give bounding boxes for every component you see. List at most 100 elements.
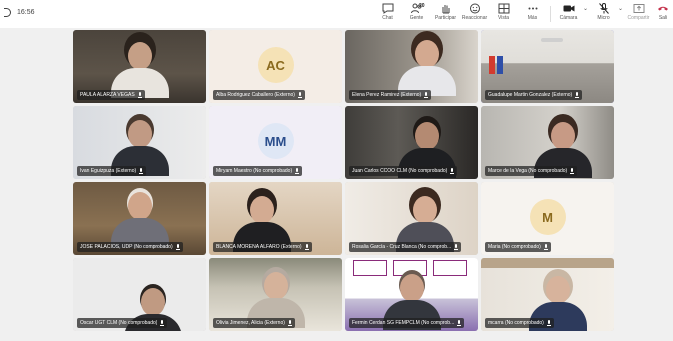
flag-decoration bbox=[497, 56, 503, 74]
share-icon bbox=[632, 2, 646, 14]
participant-name-tag: Alba Rodriguez Caballero (Externo) bbox=[213, 90, 305, 100]
participant-name-tag: Oscar UGT CLM (No comprobado) bbox=[77, 318, 168, 328]
participant-tile[interactable]: AC Alba Rodriguez Caballero (Externo) bbox=[209, 30, 342, 103]
view-label: Vista bbox=[497, 15, 510, 21]
meeting-timer: 16:56 bbox=[17, 9, 35, 16]
mic-icon bbox=[137, 92, 142, 98]
react-label: Reaccionar bbox=[461, 15, 488, 21]
mic-icon bbox=[175, 244, 180, 250]
participant-name-tag: mcarra (No comprobado) bbox=[485, 318, 554, 328]
participant-name: Marce de la Vega (No comprobado) bbox=[488, 168, 568, 174]
mic-icon bbox=[450, 168, 455, 174]
participant-tile[interactable]: Juan Carlos CCOO CLM (No comprobado) bbox=[345, 106, 478, 179]
participant-name-tag: JOSE PALACIOS, UDP (No comprobado) bbox=[77, 242, 183, 252]
mic-icon bbox=[424, 92, 429, 98]
more-icon bbox=[526, 2, 540, 14]
participant-tile[interactable]: Marce de la Vega (No comprobado) bbox=[481, 106, 614, 179]
share-label: Compartir bbox=[627, 15, 650, 21]
leave-button[interactable]: Sali bbox=[653, 2, 673, 26]
participant-name: Guadalupe Martin Gonzalez (Externo) bbox=[488, 92, 573, 98]
participant-name: Olivia Jimenez, Alicia (Externo) bbox=[216, 320, 285, 326]
participant-name: Alba Rodriguez Caballero (Externo) bbox=[216, 92, 295, 98]
participant-name-tag: Maria (No comprobado) bbox=[485, 242, 551, 252]
participant-tile[interactable]: Olivia Jimenez, Alicia (Externo) bbox=[209, 258, 342, 331]
participant-tile[interactable]: BLANCA MORENA ALFARO (Externo) bbox=[209, 182, 342, 255]
participant-tile-active-speaker[interactable]: Guadalupe Martin Gonzalez (Externo) bbox=[481, 30, 614, 103]
camera-button[interactable]: Cámara bbox=[554, 2, 583, 26]
mic-label: Micro bbox=[597, 15, 610, 21]
shelf-decoration bbox=[481, 258, 614, 268]
participant-name: Rosalia García - Cruz Blanca (No comprob… bbox=[352, 244, 452, 250]
participant-name-tag: Olivia Jimenez, Alicia (Externo) bbox=[213, 318, 295, 328]
participant-name-tag: Marce de la Vega (No comprobado) bbox=[485, 166, 578, 176]
participant-video bbox=[398, 40, 457, 96]
participant-name-tag: Juan Carlos CCOO CLM (No comprobado) bbox=[349, 166, 458, 176]
video-stage: PAULA ALARZA VEGAS AC Alba Rodriguez Cab… bbox=[0, 28, 673, 341]
mic-icon bbox=[139, 168, 144, 174]
meeting-toolbar: 16:56 Chat 20 Gente Participar Reacciona… bbox=[0, 0, 673, 28]
participant-tile[interactable]: Rosalia García - Cruz Blanca (No comprob… bbox=[345, 182, 478, 255]
mic-button[interactable]: Micro bbox=[589, 2, 618, 26]
toolbar-divider bbox=[550, 6, 551, 22]
leave-icon bbox=[656, 2, 670, 14]
mic-icon bbox=[454, 244, 459, 250]
participant-tile[interactable]: mcarra (No comprobado) bbox=[481, 258, 614, 331]
meeting-icon bbox=[4, 8, 11, 17]
raise-hand-icon bbox=[439, 2, 453, 14]
more-button[interactable]: Más bbox=[518, 2, 547, 26]
raise-hand-button[interactable]: Participar bbox=[431, 2, 460, 26]
flag-decoration bbox=[489, 56, 495, 74]
participant-name-tag: Elena Perez Ramirez (Externo) bbox=[349, 90, 432, 100]
mic-icon bbox=[457, 320, 462, 326]
participant-name-tag: Fermin Cerdan SG FEMPCLM (No comprob... bbox=[349, 318, 465, 328]
participant-tile[interactable]: Oscar UGT CLM (No comprobado) bbox=[73, 258, 206, 331]
participant-name: Fermin Cerdan SG FEMPCLM (No comprob... bbox=[352, 320, 455, 326]
mic-icon bbox=[295, 168, 300, 174]
participant-name-tag: Guadalupe Martin Gonzalez (Externo) bbox=[485, 90, 583, 100]
mic-icon bbox=[543, 244, 548, 250]
react-button[interactable]: Reaccionar bbox=[460, 2, 489, 26]
chat-button[interactable]: Chat bbox=[373, 2, 402, 26]
meeting-info: 16:56 bbox=[4, 8, 35, 17]
people-label: Gente bbox=[409, 15, 424, 21]
participant-name: Ivan Eguizpuza (Externo) bbox=[80, 168, 137, 174]
participant-name: Miryam Maestro (No comprobado) bbox=[216, 168, 293, 174]
participant-tile[interactable]: JOSE PALACIOS, UDP (No comprobado) bbox=[73, 182, 206, 255]
mic-off-icon bbox=[597, 2, 611, 14]
participant-name: Elena Perez Ramirez (Externo) bbox=[352, 92, 422, 98]
participant-name-tag: BLANCA MORENA ALFARO (Externo) bbox=[213, 242, 312, 252]
participant-grid: PAULA ALARZA VEGAS AC Alba Rodriguez Cab… bbox=[73, 30, 616, 335]
participant-tile[interactable]: Fermin Cerdan SG FEMPCLM (No comprob... bbox=[345, 258, 478, 331]
participant-name-tag: Rosalia García - Cruz Blanca (No comprob… bbox=[349, 242, 462, 252]
avatar: M bbox=[529, 199, 566, 235]
people-count-badge: 20 bbox=[419, 3, 425, 9]
participant-tile[interactable]: PAULA ALARZA VEGAS bbox=[73, 30, 206, 103]
participant-name: PAULA ALARZA VEGAS bbox=[80, 92, 135, 98]
camera-icon bbox=[562, 2, 576, 14]
mic-icon bbox=[575, 92, 580, 98]
mic-icon bbox=[570, 168, 575, 174]
participant-name: Oscar UGT CLM (No comprobado) bbox=[80, 320, 158, 326]
participant-tile[interactable]: Elena Perez Ramirez (Externo) bbox=[345, 30, 478, 103]
view-button[interactable]: Vista bbox=[489, 2, 518, 26]
participant-name: JOSE PALACIOS, UDP (No comprobado) bbox=[80, 244, 173, 250]
chat-icon bbox=[381, 2, 395, 14]
participant-name-tag: PAULA ALARZA VEGAS bbox=[77, 90, 145, 100]
participant-tile[interactable]: Ivan Eguizpuza (Externo) bbox=[73, 106, 206, 179]
participant-name: Maria (No comprobado) bbox=[488, 244, 541, 250]
share-button[interactable]: Compartir bbox=[624, 2, 653, 26]
mic-icon bbox=[304, 244, 309, 250]
mic-icon bbox=[287, 320, 292, 326]
people-button[interactable]: 20 Gente bbox=[402, 2, 431, 26]
participant-tile[interactable]: M Maria (No comprobado) bbox=[481, 182, 614, 255]
participant-video bbox=[110, 192, 169, 248]
view-icon bbox=[497, 2, 511, 14]
avatar: MM bbox=[257, 123, 294, 159]
raise-hand-label: Participar bbox=[434, 15, 457, 21]
avatar: AC bbox=[257, 47, 294, 83]
participant-tile[interactable]: MM Miryam Maestro (No comprobado) bbox=[209, 106, 342, 179]
mic-icon bbox=[297, 92, 302, 98]
mic-icon bbox=[160, 320, 165, 326]
participant-name: BLANCA MORENA ALFARO (Externo) bbox=[216, 244, 302, 250]
mic-icon bbox=[546, 320, 551, 326]
